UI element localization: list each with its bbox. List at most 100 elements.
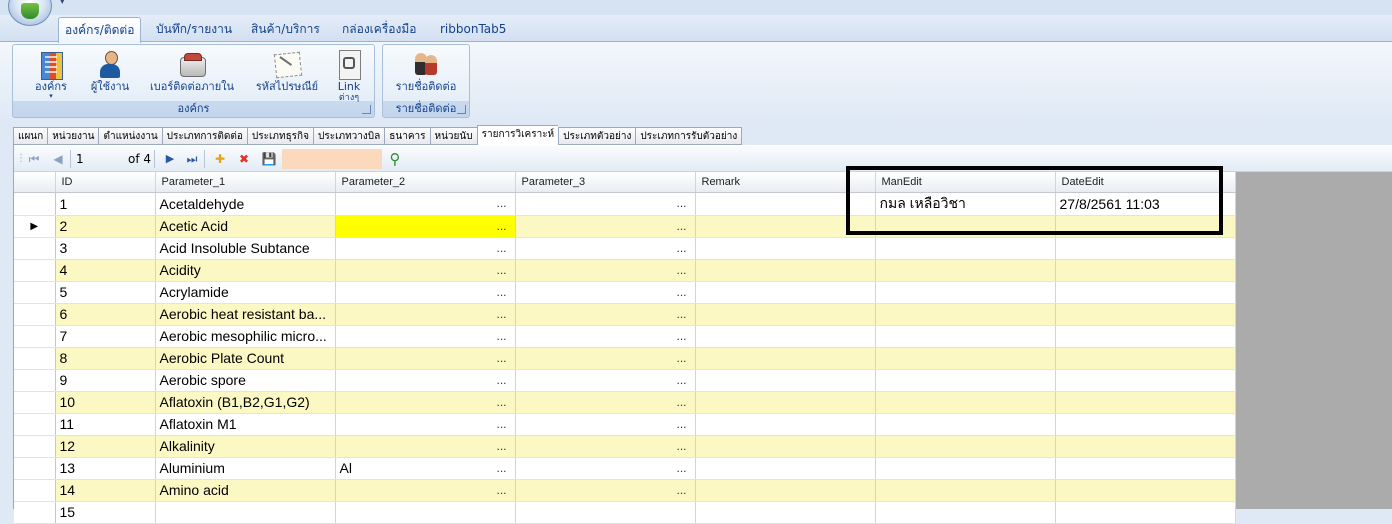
ellipsis-button[interactable]: ... [496,329,506,343]
cell-parameter-3[interactable]: ... [515,259,696,282]
cell-remark[interactable] [695,347,876,370]
cell-parameter-2[interactable]: ... [335,192,516,216]
cell-date-edit[interactable] [1055,479,1236,502]
cell-remark[interactable] [695,192,876,216]
ellipsis-button[interactable]: ... [496,219,506,233]
cell-id[interactable]: 9 [55,369,156,392]
ellipsis-button[interactable]: ... [496,373,506,387]
cell-remark[interactable] [695,215,876,238]
cell-remark[interactable] [695,391,876,414]
cell-parameter-2[interactable]: ... [335,435,516,458]
cell-id[interactable]: 10 [55,391,156,414]
cell-man-edit[interactable] [875,259,1056,282]
internal-phone-button[interactable]: เบอร์ติดต่อภายใน [143,47,241,101]
cell-parameter-1[interactable]: Aerobic spore [155,369,336,392]
row-header[interactable] [14,435,56,458]
cell-parameter-3[interactable]: ... [515,192,696,216]
search-input[interactable] [282,149,382,169]
tab-billing-type[interactable]: ประเภทวางบิล [312,127,385,145]
cell-parameter-1[interactable]: Amino acid [155,479,336,502]
ribbon-tab-products-services[interactable]: สินค้า/บริการ [245,17,326,42]
ellipsis-button[interactable]: ... [496,241,506,255]
ellipsis-button[interactable]: ... [496,439,506,453]
cell-man-edit[interactable] [875,457,1056,480]
table-row[interactable]: ▶ 2 Acetic Acid...... [14,215,1236,238]
cell-remark[interactable] [695,281,876,304]
cell-date-edit[interactable] [1055,281,1236,304]
tab-business-type[interactable]: ประเภทธุรกิจ [246,127,313,145]
quick-access-dropdown-icon[interactable]: ▾ [60,0,65,7]
table-row[interactable]: 3 Acid Insoluble Subtance...... [14,237,1236,260]
postcode-button[interactable]: รหัสไปรษณีย์ [249,47,325,101]
cell-man-edit[interactable] [875,281,1056,304]
move-previous-button[interactable]: ◀ [50,150,66,168]
delete-icon[interactable]: ✖ [236,150,252,168]
cell-date-edit[interactable] [1055,325,1236,348]
cell-id[interactable]: 6 [55,303,156,326]
row-header[interactable] [14,391,56,414]
cell-parameter-2[interactable]: ... [335,369,516,392]
cell-date-edit[interactable] [1055,347,1236,370]
column-header-date-edit[interactable]: DateEdit [1055,172,1236,193]
cell-remark[interactable] [695,435,876,458]
tab-contact-type[interactable]: ประเภทการติดต่อ [161,127,247,145]
cell-parameter-2[interactable]: ... [335,347,516,370]
table-row[interactable]: 11 Aflatoxin M1...... [14,413,1236,436]
ellipsis-button[interactable]: ... [676,329,686,343]
table-row[interactable]: 9 Aerobic spore...... [14,369,1236,392]
tab-analysis-items[interactable]: รายการวิเคราะห์ [476,125,559,145]
ellipsis-button[interactable]: ... [496,461,506,475]
cell-date-edit[interactable] [1055,259,1236,282]
cell-parameter-3[interactable]: ... [515,457,696,480]
row-header[interactable] [14,501,56,524]
cell-parameter-2[interactable]: Al... [335,457,516,480]
cell-date-edit[interactable] [1055,457,1236,480]
cell-man-edit[interactable] [875,237,1056,260]
cell-parameter-3[interactable]: ... [515,215,696,238]
ellipsis-button[interactable]: ... [676,417,686,431]
search-icon[interactable]: ⚲ [386,150,404,168]
cell-parameter-3[interactable]: ... [515,303,696,326]
row-header[interactable] [14,479,56,502]
cell-parameter-2[interactable]: ... [335,479,516,502]
cell-parameter-1[interactable]: Aflatoxin M1 [155,413,336,436]
ellipsis-button[interactable]: ... [676,395,686,409]
cell-date-edit[interactable] [1055,237,1236,260]
cell-parameter-2[interactable]: ... [335,303,516,326]
tab-sample-receive-type[interactable]: ประเภทการรับตัวอย่าง [635,127,743,145]
cell-parameter-1[interactable]: Acetic Acid [155,215,336,238]
cell-id[interactable]: 4 [55,259,156,282]
cell-man-edit[interactable] [875,303,1056,326]
cell-man-edit[interactable] [875,347,1056,370]
cell-parameter-3[interactable]: ... [515,413,696,436]
cell-parameter-2[interactable]: ... [335,413,516,436]
row-header[interactable] [14,237,56,260]
cell-parameter-3[interactable] [515,501,696,524]
toolbar-grip[interactable]: ⋮ [16,150,26,168]
cell-remark[interactable] [695,303,876,326]
cell-date-edit[interactable] [1055,501,1236,524]
cell-parameter-1[interactable]: Acetaldehyde [155,192,336,216]
row-header[interactable] [14,303,56,326]
cell-parameter-3[interactable]: ... [515,237,696,260]
cell-id[interactable]: 12 [55,435,156,458]
column-header-remark[interactable]: Remark [695,172,876,193]
links-button[interactable]: Link ต่างๆ [329,47,369,103]
ellipsis-button[interactable]: ... [676,461,686,475]
ellipsis-button[interactable]: ... [496,395,506,409]
header-corner[interactable] [14,172,56,193]
cell-parameter-3[interactable]: ... [515,369,696,392]
ellipsis-button[interactable]: ... [676,483,686,497]
cell-remark[interactable] [695,369,876,392]
table-row[interactable]: 7 Aerobic mesophilic micro......... [14,325,1236,348]
dialog-launcher-icon[interactable] [457,105,466,114]
cell-id[interactable]: 7 [55,325,156,348]
ellipsis-button[interactable]: ... [496,417,506,431]
cell-parameter-1[interactable]: Aerobic heat resistant ba... [155,303,336,326]
tab-department[interactable]: แผนก [13,127,48,145]
cell-parameter-2[interactable]: ... [335,215,516,238]
cell-parameter-2[interactable]: ... [335,237,516,260]
row-header[interactable] [14,192,56,216]
cell-date-edit[interactable] [1055,435,1236,458]
table-row[interactable]: 6 Aerobic heat resistant ba......... [14,303,1236,326]
